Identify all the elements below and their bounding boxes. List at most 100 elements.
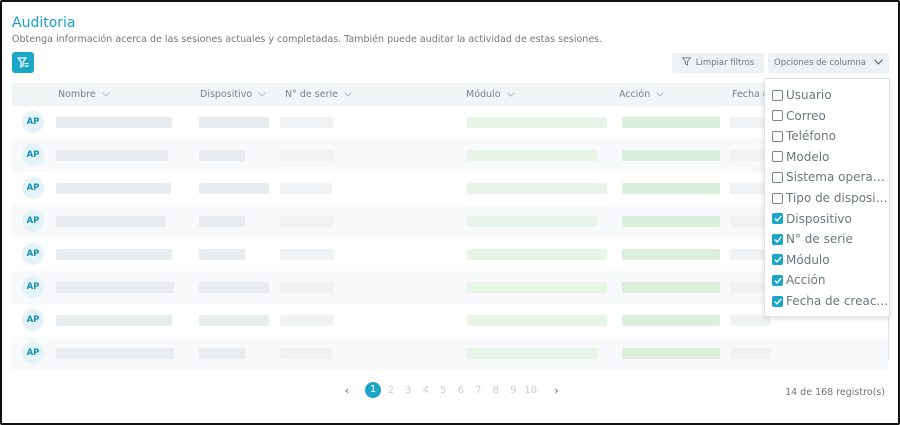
column-options-label: Opciones de columna	[774, 58, 866, 68]
page-button[interactable]: 5	[435, 385, 453, 396]
page-button[interactable]: 10	[522, 385, 540, 396]
table-row[interactable]: AP	[12, 172, 888, 205]
redacted-cell	[622, 183, 720, 194]
checkbox[interactable]	[772, 171, 783, 183]
clear-filters-label: Limpiar filtros	[695, 58, 755, 68]
checkbox[interactable]	[772, 295, 783, 307]
clear-filters-button[interactable]: Limpiar filtros	[672, 53, 764, 73]
redacted-cell	[56, 315, 172, 326]
page-button[interactable]: 6	[452, 385, 470, 396]
avatar: AP	[22, 111, 44, 133]
column-option[interactable]: Dispositivo	[772, 210, 889, 228]
redacted-cell	[622, 315, 720, 326]
page-subtitle: Obtenga información acerca de las sesion…	[12, 34, 603, 45]
checkbox[interactable]	[772, 274, 783, 286]
checkbox[interactable]	[772, 213, 783, 225]
table-row[interactable]: AP	[12, 139, 888, 172]
table-row[interactable]: AP	[12, 106, 888, 139]
filter-list-icon	[16, 53, 29, 72]
checkbox[interactable]	[772, 130, 783, 142]
page-button[interactable]: 1	[365, 382, 381, 398]
checkbox[interactable]	[772, 89, 783, 101]
table-row[interactable]: AP	[12, 304, 888, 337]
redacted-cell	[280, 282, 334, 293]
redacted-cell	[199, 315, 269, 326]
column-option-label: Fecha de creaci...	[786, 294, 889, 308]
avatar: AP	[22, 243, 44, 265]
redacted-cell	[280, 117, 333, 128]
column-option-label: Tipo de disposit...	[786, 191, 889, 205]
redacted-cell	[56, 249, 172, 260]
table-row[interactable]: AP	[12, 271, 888, 304]
column-option[interactable]: Usuario	[772, 86, 889, 104]
redacted-cell	[622, 216, 720, 227]
redacted-cell	[622, 348, 720, 359]
column-header-serie[interactable]: N° de serie	[285, 89, 352, 100]
column-header-dispositivo[interactable]: Dispositivo	[200, 89, 266, 100]
chevron-down-icon	[506, 89, 515, 100]
column-option-label: Correo	[786, 108, 826, 123]
redacted-cell	[280, 183, 332, 194]
column-option[interactable]: Tipo de disposit...	[772, 189, 889, 207]
table-row[interactable]: AP	[12, 205, 888, 238]
column-option-label: Sistema operati...	[786, 170, 889, 185]
redacted-cell	[280, 348, 332, 359]
avatar: AP	[22, 177, 44, 199]
redacted-cell	[199, 150, 245, 161]
page-button[interactable]: 9	[505, 385, 523, 396]
column-option[interactable]: Correo	[772, 107, 889, 125]
checkbox[interactable]	[772, 254, 783, 266]
table-edge-divider	[888, 317, 889, 360]
chevron-right-icon[interactable]: ›	[548, 384, 566, 397]
page-button[interactable]: 2	[382, 385, 400, 396]
redacted-cell	[56, 183, 171, 194]
column-header-accion[interactable]: Acción	[619, 89, 665, 100]
page-button[interactable]: 7	[470, 385, 488, 396]
redacted-cell	[199, 183, 269, 194]
redacted-cell	[56, 216, 166, 227]
avatar: AP	[22, 144, 44, 166]
avatar: AP	[22, 342, 44, 364]
redacted-cell	[622, 282, 720, 293]
page-button[interactable]: 8	[487, 385, 505, 396]
column-option-label: Usuario	[786, 88, 832, 102]
redacted-cell	[467, 348, 597, 359]
column-option-label: Dispositivo	[786, 211, 852, 226]
checkbox[interactable]	[772, 233, 783, 245]
chevron-down-icon	[258, 89, 266, 100]
column-option[interactable]: N° de serie	[772, 230, 889, 248]
table-row[interactable]: AP	[12, 238, 888, 271]
redacted-cell	[56, 348, 174, 359]
avatar: AP	[22, 276, 44, 298]
redacted-cell	[56, 282, 174, 293]
chevron-left-icon[interactable]: ‹	[338, 384, 356, 397]
redacted-cell	[467, 315, 607, 326]
avatar: AP	[22, 309, 44, 331]
record-count: 14 de 168 registro(s)	[785, 387, 885, 398]
redacted-cell	[56, 117, 172, 128]
column-header-modulo[interactable]: Módulo	[466, 89, 515, 100]
filter-button[interactable]	[12, 52, 34, 73]
column-option[interactable]: Acción	[772, 271, 889, 289]
page-title: Auditoria	[12, 15, 76, 31]
table-header: Nombre Dispositivo N° de serie Módulo Ac…	[12, 83, 888, 106]
redacted-cell	[467, 249, 607, 260]
table-row[interactable]: AP	[12, 337, 888, 370]
avatar: AP	[22, 210, 44, 232]
column-option-label: Modelo	[786, 149, 830, 164]
redacted-cell	[199, 117, 269, 128]
column-option[interactable]: Teléfono	[772, 127, 889, 145]
column-option[interactable]: Modelo	[772, 148, 889, 166]
column-option[interactable]: Módulo	[772, 251, 889, 269]
page-button[interactable]: 3	[400, 385, 418, 396]
checkbox[interactable]	[772, 192, 783, 204]
column-header-nombre[interactable]: Nombre	[58, 89, 110, 100]
checkbox[interactable]	[772, 110, 783, 122]
column-option[interactable]: Fecha de creaci...	[772, 292, 889, 310]
checkbox[interactable]	[772, 151, 783, 163]
page-button[interactable]: 4	[417, 385, 435, 396]
chevron-down-icon	[874, 58, 883, 68]
column-options-button[interactable]: Opciones de columna	[768, 53, 889, 73]
column-option[interactable]: Sistema operati...	[772, 168, 889, 186]
redacted-cell	[56, 150, 168, 161]
